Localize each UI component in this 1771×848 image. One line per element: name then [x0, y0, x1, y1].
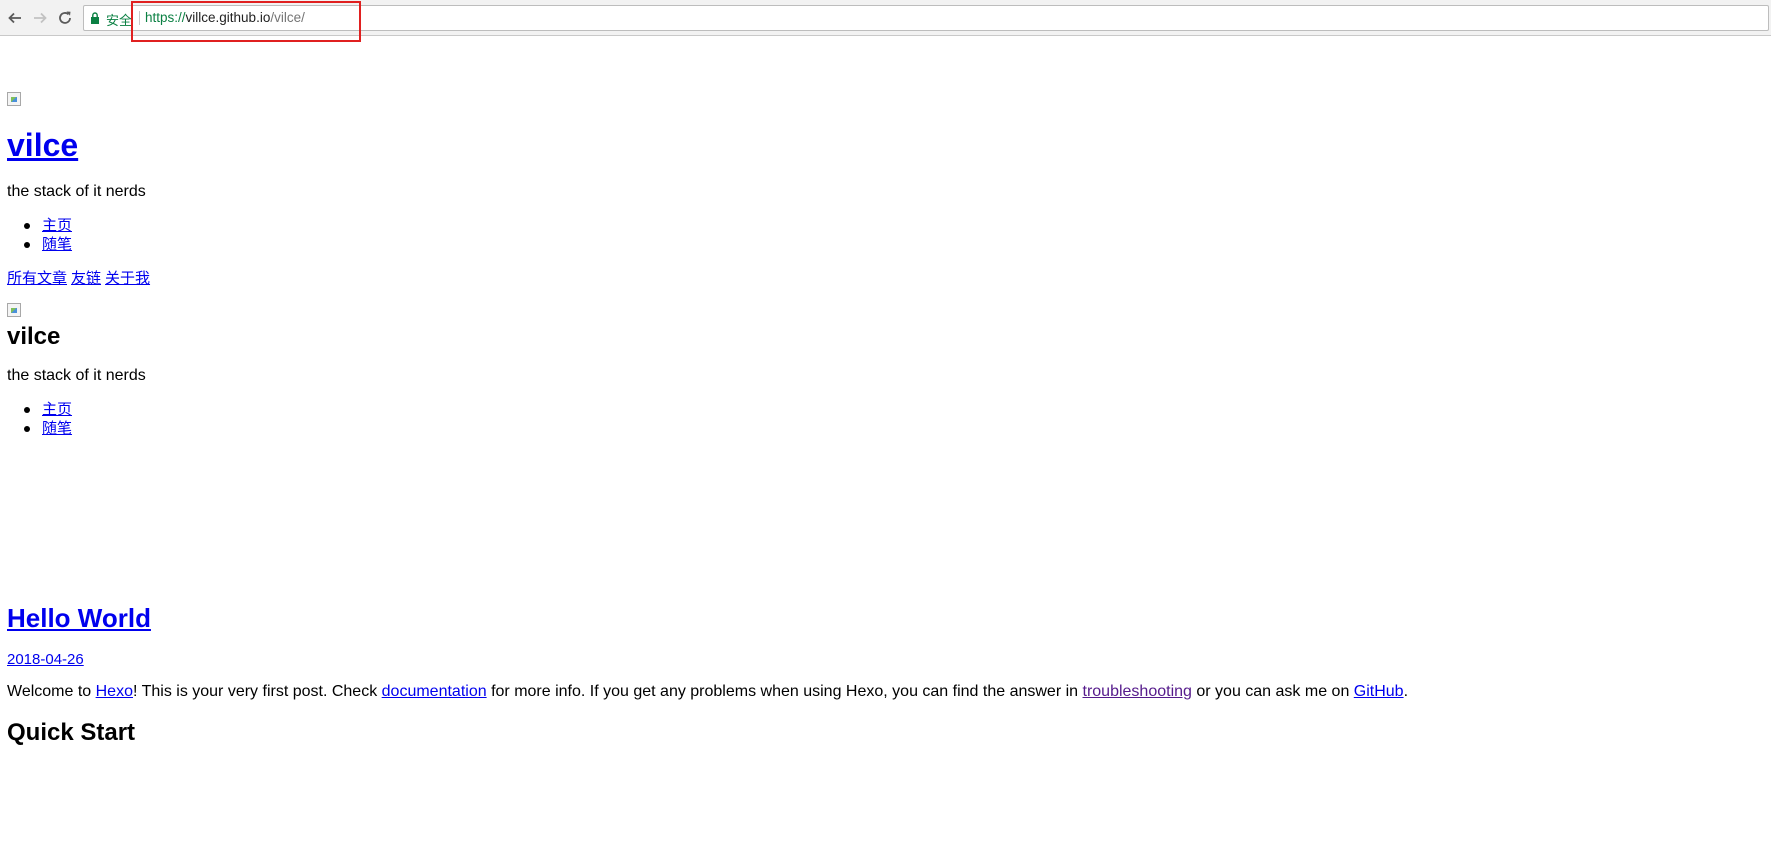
lock-icon — [91, 12, 99, 24]
header-image-placeholder — [7, 92, 21, 106]
all-posts-link[interactable]: 所有文章 — [7, 270, 67, 287]
post-text: . — [1403, 683, 1409, 700]
address-bar[interactable]: 安全 https://villce.github.io/vilce/ — [83, 5, 1769, 31]
post-text: ! This is your very first post. Check — [132, 683, 382, 700]
documentation-link[interactable]: documentation — [382, 683, 487, 700]
header-menu-item: 主页 — [0, 216, 72, 235]
url-path: /vilce/ — [270, 10, 305, 25]
back-arrow-icon — [8, 12, 21, 24]
post-title-link[interactable]: Hello World — [7, 603, 151, 634]
friends-link[interactable]: 友链 — [71, 270, 101, 287]
troubleshooting-link[interactable]: troubleshooting — [1083, 683, 1192, 700]
header-menu-item: 随笔 — [0, 235, 72, 254]
page-content: vilce the stack of it nerds 主页 随笔 所有文章 友链… — [0, 36, 1771, 848]
sidebar-tagline: the stack of it nerds — [7, 367, 146, 384]
url-scheme: https:// — [145, 10, 186, 25]
header-tagline: the stack of it nerds — [7, 183, 146, 200]
about-me-link[interactable]: 关于我 — [105, 270, 150, 287]
forward-arrow-icon — [34, 12, 47, 24]
browser-toolbar: 安全 https://villce.github.io/vilce/ — [0, 0, 1771, 36]
reload-button[interactable] — [54, 7, 76, 29]
nav-link-essays[interactable]: 随笔 — [42, 236, 72, 253]
post-text: or you can ask me on — [1191, 683, 1354, 700]
nav-link-home[interactable]: 主页 — [42, 217, 72, 234]
sidebar-menu-item: 随笔 — [0, 419, 72, 438]
github-link[interactable]: GitHub — [1354, 683, 1404, 700]
sidebar-menu-item: 主页 — [0, 400, 72, 419]
header-links: 所有文章 友链 关于我 — [7, 267, 154, 288]
url-host: villce.github.io — [185, 10, 271, 25]
secure-label[interactable]: 安全 — [106, 10, 132, 29]
post-text: Welcome to — [7, 683, 96, 700]
section-heading: Quick Start — [7, 719, 136, 746]
back-button[interactable] — [4, 7, 26, 29]
site-title-link[interactable]: vilce — [7, 127, 78, 164]
avatar-image-placeholder — [7, 303, 21, 317]
post-date-link[interactable]: 2018-04-26 — [7, 651, 84, 668]
reload-icon — [59, 11, 71, 24]
post-text: for more info. If you get any problems w… — [486, 683, 1083, 700]
header-menu: 主页 随笔 — [0, 216, 72, 254]
url-text[interactable]: https://villce.github.io/vilce/ — [145, 10, 305, 25]
sidebar-title: vilce — [7, 323, 61, 350]
sidebar-menu: 主页 随笔 — [0, 400, 72, 438]
forward-button[interactable] — [29, 7, 51, 29]
omnibox-separator — [139, 11, 140, 25]
sidebar-link-home[interactable]: 主页 — [42, 401, 72, 418]
hexo-link[interactable]: Hexo — [96, 683, 133, 700]
sidebar-link-essays[interactable]: 随笔 — [42, 420, 72, 437]
post-excerpt: Welcome to Hexo! This is your very first… — [7, 683, 1408, 701]
